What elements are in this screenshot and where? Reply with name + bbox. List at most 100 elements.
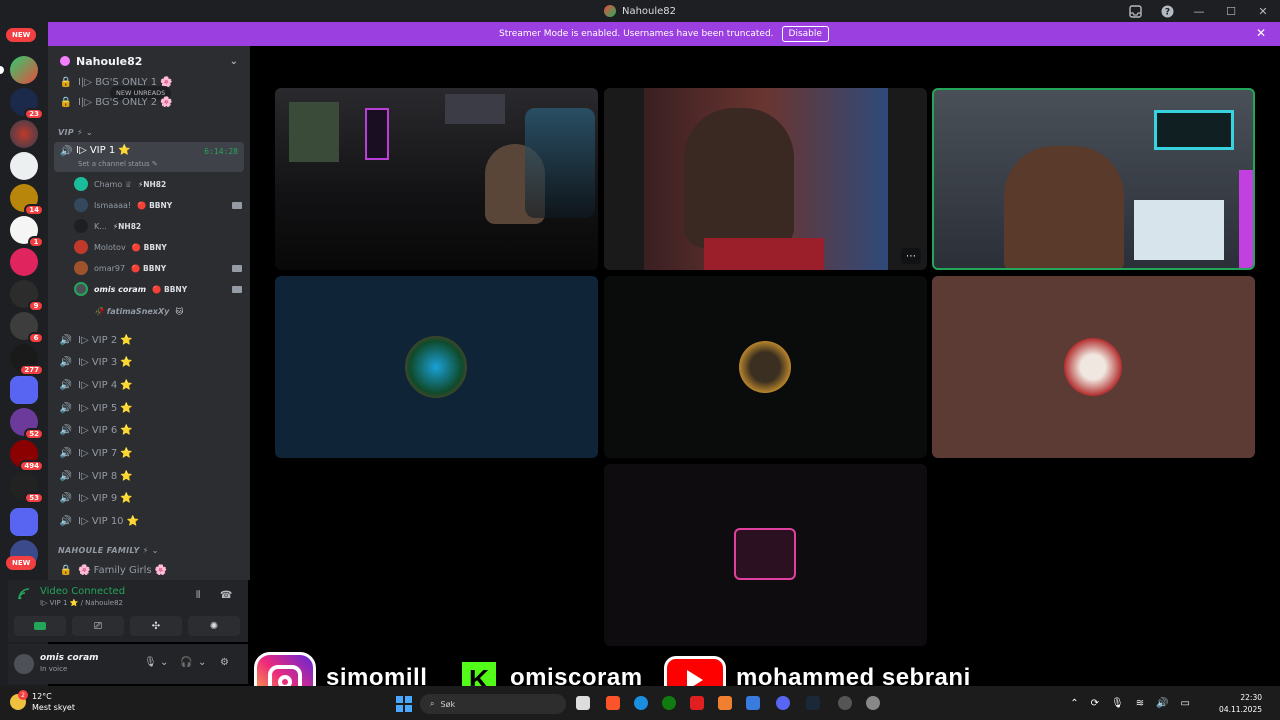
wifi-icon[interactable]: ≋ — [1136, 698, 1144, 709]
soundboard-button[interactable]: ✺ — [188, 616, 240, 636]
camera-button[interactable] — [14, 616, 66, 636]
server-avatar-5[interactable]: 14 — [10, 184, 44, 216]
server-avatar-3[interactable] — [10, 120, 38, 148]
chevron-down-icon[interactable]: ⌄ — [160, 657, 168, 668]
server-folder-2[interactable] — [10, 508, 38, 536]
avatar — [74, 304, 88, 318]
channel-vip-7[interactable]: 🔊 I▷ VIP 7 ⭐ — [56, 443, 242, 463]
close-icon[interactable]: ✕ — [1256, 26, 1266, 40]
user-name[interactable]: omis coram — [40, 653, 99, 663]
voice-member[interactable]: omar97 🔴 BBNY — [74, 258, 242, 278]
server-avatar-6[interactable]: 1 — [10, 216, 44, 248]
channel-vip-5[interactable]: 🔊 I▷ VIP 5 ⭐ — [56, 398, 242, 418]
video-tile[interactable]: ⋯ — [604, 88, 927, 270]
chevron-up-icon[interactable]: ⌃ — [1070, 698, 1078, 709]
app-icon[interactable] — [718, 696, 732, 710]
windows-start-icon[interactable] — [396, 696, 412, 712]
channel-label: I▷ VIP 6 ⭐ — [78, 424, 133, 436]
channel-vip-3[interactable]: 🔊 I▷ VIP 3 ⭐ — [56, 352, 242, 372]
xbox-icon[interactable] — [662, 696, 676, 710]
store-icon[interactable] — [746, 696, 760, 710]
server-avatar-7[interactable] — [10, 248, 38, 276]
inbox-icon[interactable] — [1128, 4, 1142, 18]
channel-vip-2[interactable]: 🔊 I▷ VIP 2 ⭐ — [56, 330, 242, 350]
disable-button[interactable]: Disable — [781, 26, 829, 42]
minimize-icon[interactable]: — — [1192, 4, 1206, 18]
maximize-icon[interactable]: ☐ — [1224, 4, 1238, 18]
channel-status-text[interactable]: Set a channel status ✎ — [78, 160, 158, 168]
voice-member[interactable]: Molotov 🔴 BBNY — [74, 237, 242, 257]
channel-vip-6[interactable]: 🔊 I▷ VIP 6 ⭐ — [56, 420, 242, 440]
voice-member[interactable]: omis coram 🔴 BBNY — [74, 279, 242, 299]
new-pill-top[interactable]: NEW — [6, 28, 37, 42]
avatar — [74, 240, 88, 254]
taskbar-search[interactable]: ⌕ Søk — [420, 694, 566, 714]
server-avatar-13[interactable]: 53 — [10, 472, 44, 504]
voice-member[interactable]: Chamo ♕ ⚡NH82 — [74, 174, 242, 194]
server-avatar-9[interactable]: 6 — [10, 312, 44, 344]
taskbar-clock[interactable]: 22:30 04.11.2025 — [1219, 692, 1262, 716]
server-avatar-2[interactable]: 23 — [10, 88, 44, 120]
video-tile[interactable] — [275, 88, 598, 270]
camera-icon — [232, 285, 242, 293]
lock-icon: 🔒 — [59, 564, 73, 576]
new-pill-bottom[interactable]: NEW — [6, 556, 37, 570]
settings-icon[interactable] — [866, 696, 880, 710]
person-shape — [684, 108, 794, 248]
sync-icon[interactable]: ⟳ — [1091, 698, 1099, 709]
edge-icon[interactable] — [634, 696, 648, 710]
avatar-tile[interactable] — [275, 276, 598, 458]
screen-share-button[interactable]: ⎚ — [72, 616, 124, 636]
activities-icon: ✣ — [151, 620, 161, 632]
discord-icon[interactable] — [776, 696, 790, 710]
signal-icon[interactable] — [18, 588, 30, 600]
avatar[interactable] — [14, 654, 34, 674]
app-icon[interactable] — [838, 696, 852, 710]
channel-vip-10[interactable]: 🔊 I▷ VIP 10 ⭐ — [56, 511, 242, 531]
voice-member[interactable]: K... ⚡NH82 — [74, 216, 242, 236]
channel-vip-4[interactable]: 🔊 I▷ VIP 4 ⭐ — [56, 375, 242, 395]
disconnect-icon[interactable]: ☎ — [220, 590, 232, 601]
channel-vip-1-active[interactable]: 🔊 I▷ VIP 1 ⭐ 6:14:28 Set a channel statu… — [54, 142, 244, 172]
help-icon[interactable]: ? — [1160, 4, 1174, 18]
file-explorer-icon[interactable] — [576, 696, 590, 710]
channel-family-girls[interactable]: 🔒 🌸 Family Girls 🌸 — [56, 560, 242, 580]
avatar-tile[interactable] — [604, 276, 927, 458]
channel-bgs-only-2[interactable]: 🔒 I|▷ BG'S ONLY 2 🌸 — [56, 92, 242, 112]
voice-member[interactable]: 🥀 fatimaSnexXy 🐱 — [74, 301, 242, 321]
avatar-tile[interactable] — [604, 464, 927, 646]
category-nahoule-family[interactable]: NAHOULE FAMILY ⚡ ⌄ — [58, 546, 159, 555]
close-window-icon[interactable]: ✕ — [1256, 4, 1270, 18]
noise-suppression-icon[interactable]: ⫴ — [196, 590, 200, 601]
avatar-tile[interactable] — [932, 276, 1255, 458]
microphone-icon[interactable]: 🎙 — [1111, 698, 1124, 709]
server-avatar-4[interactable] — [10, 152, 38, 180]
category-vip[interactable]: VIP ⚡ ⌄ — [58, 128, 93, 137]
voice-channel-link[interactable]: I▷ VIP 1 ⭐ / Nahoule82 — [40, 599, 123, 607]
weather-widget[interactable]: 2 12°C Mest skyet — [10, 690, 75, 713]
more-options-icon[interactable]: ⋯ — [901, 248, 921, 264]
channel-vip-8[interactable]: 🔊 I▷ VIP 8 ⭐ — [56, 466, 242, 486]
server-avatar-8[interactable]: 9 — [10, 280, 44, 312]
server-folder-1[interactable] — [10, 376, 38, 404]
brave-icon[interactable] — [606, 696, 620, 710]
steam-icon[interactable] — [806, 696, 820, 710]
server-avatar-12[interactable]: 494 — [10, 440, 44, 472]
volume-icon[interactable]: 🔊 — [1156, 698, 1168, 709]
title-bar: Nahoule82 ? — ☐ ✕ — [0, 0, 1280, 22]
window-title: Nahoule82 — [603, 5, 676, 17]
server-avatar-11[interactable]: 52 — [10, 408, 44, 440]
chevron-down-icon[interactable]: ⌄ — [198, 657, 206, 668]
server-avatar-1[interactable] — [0, 56, 38, 84]
activities-button[interactable]: ✣ — [130, 616, 182, 636]
app-icon[interactable] — [690, 696, 704, 710]
headphones-icon[interactable]: 🎧 — [180, 657, 192, 668]
microphone-icon[interactable]: 🎙 — [144, 657, 157, 668]
voice-member[interactable]: Ismaaaa! 🔴 BBNY — [74, 195, 242, 215]
soundboard-icon: ✺ — [209, 620, 219, 632]
video-tile-speaking[interactable] — [932, 88, 1255, 270]
gear-icon[interactable]: ⚙ — [220, 657, 229, 668]
battery-icon[interactable]: ▭ — [1181, 698, 1190, 709]
channel-vip-9[interactable]: 🔊 I▷ VIP 9 ⭐ — [56, 488, 242, 508]
server-avatar-10[interactable]: 277 — [10, 344, 44, 376]
